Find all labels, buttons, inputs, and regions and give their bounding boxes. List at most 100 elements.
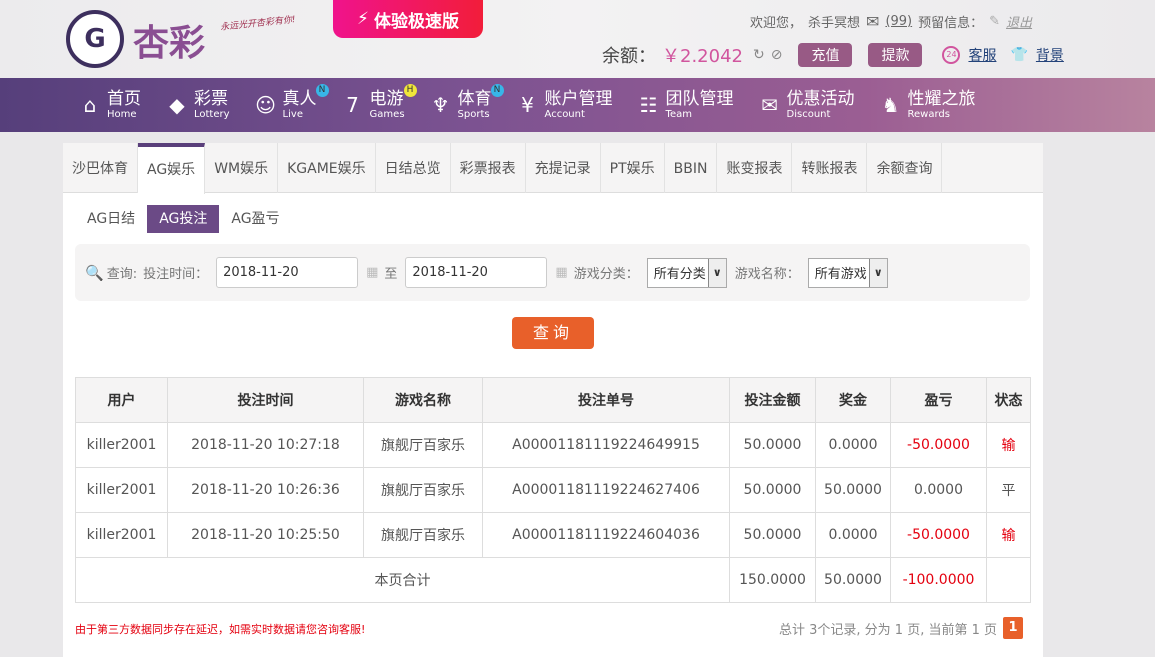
- discount-icon: ✉: [761, 93, 778, 117]
- promo-label: 体验极速版: [373, 11, 459, 32]
- nav-label-en: Live: [282, 109, 303, 120]
- tab-7[interactable]: PT娱乐: [601, 143, 665, 193]
- header: G 杏彩 永远光开杏彩有你! ⚡ 体验极速版 欢迎您， 杀手冥想 ✉ (99) 预…: [0, 0, 1155, 78]
- shirt-icon: 👕: [1010, 47, 1028, 63]
- nav-item-lottery[interactable]: ◆ 彩票 Lottery: [165, 78, 229, 132]
- messages-link[interactable]: (99): [885, 14, 912, 29]
- column-header: 盈亏: [890, 377, 987, 423]
- tab-11[interactable]: 余额查询: [867, 143, 943, 193]
- nav-item-sports[interactable]: ♆ 体育 Sports N: [429, 78, 504, 132]
- logo-text[interactable]: 杏彩: [133, 14, 205, 66]
- table-cell: 平: [986, 467, 1031, 513]
- service-link[interactable]: 客服: [968, 45, 996, 65]
- nav-badge: H: [403, 84, 417, 97]
- chevron-down-icon: ∨: [707, 258, 726, 287]
- nav-label-en: Sports: [457, 109, 490, 120]
- category-value: 所有分类: [653, 267, 706, 282]
- tab-9[interactable]: 账变报表: [717, 143, 793, 193]
- nav-label-en: Discount: [786, 109, 831, 120]
- nav-label: 性耀之旅 Rewards: [908, 90, 976, 121]
- category-select[interactable]: 所有分类 ∨: [646, 257, 727, 288]
- deposit-button[interactable]: 充值: [798, 43, 853, 67]
- welcome-bar: 欢迎您， 杀手冥想 ✉ (99) 预留信息： ✎ 退出: [750, 12, 1032, 31]
- pagination: 总计 3个记录, 分为 1 页, 当前第 1 页 1: [779, 617, 1024, 639]
- live-icon: ☺: [255, 93, 276, 117]
- date-to-input[interactable]: 2018-11-20: [405, 257, 548, 288]
- username: 杀手冥想: [808, 16, 861, 31]
- table-cell: 输: [986, 512, 1031, 558]
- bet-table: 用户 投注时间 游戏名称 投注单号 投注金额 奖金 盈亏 状态 killer2001 2018-…: [75, 377, 1031, 603]
- balance-row: 余额： ￥2.2042 ↻ ⊘ 充值 提款 24 客服 👕 背景: [602, 42, 1064, 68]
- tab-4[interactable]: 日结总览: [376, 143, 451, 193]
- hide-icon[interactable]: ⊘: [771, 47, 783, 63]
- withdraw-button[interactable]: 提款: [868, 43, 923, 67]
- subtab-1[interactable]: AG投注: [147, 205, 220, 233]
- page-button[interactable]: 1: [1003, 617, 1024, 639]
- logout-link[interactable]: 退出: [1006, 12, 1032, 31]
- tab-5[interactable]: 彩票报表: [451, 143, 526, 193]
- table-cell: 输: [986, 422, 1031, 468]
- nav-item-account[interactable]: ¥ 账户管理 Account: [516, 78, 613, 132]
- nav-label: 首页 Home: [107, 89, 141, 121]
- table-row: killer2001 2018-11-20 10:25:50 旗舰厅百家乐 A0000…: [75, 512, 1031, 558]
- sports-icon: ♆: [431, 93, 450, 117]
- table-cell: 2018-11-20 10:25:50: [167, 512, 364, 558]
- nav-label-cn: 真人: [282, 89, 317, 109]
- nav-label: 账户管理 Account: [544, 90, 613, 121]
- column-header: 奖金: [815, 377, 891, 423]
- refresh-icon[interactable]: ↻: [753, 47, 765, 63]
- search-icon: 🔍: [85, 263, 104, 282]
- table-header: 用户 投注时间 游戏名称 投注单号 投注金额 奖金 盈亏 状态: [75, 377, 1031, 423]
- nav-label-cn: 首页: [107, 89, 141, 109]
- table-cell: 旗舰厅百家乐: [363, 467, 483, 513]
- background-link[interactable]: 背景: [1036, 45, 1064, 65]
- nav-item-discount[interactable]: ✉ 优惠活动 Discount: [758, 78, 854, 132]
- edit-icon[interactable]: ✎: [989, 14, 1000, 29]
- game-select[interactable]: 所有游戏 ∨: [807, 257, 888, 288]
- subtab-2[interactable]: AG盈亏: [219, 205, 291, 233]
- mail-icon[interactable]: ✉: [866, 12, 879, 31]
- column-header: 投注时间: [167, 377, 364, 423]
- table-cell: -50.0000: [890, 512, 987, 558]
- table-cell: 0.0000: [890, 467, 987, 513]
- total-cell: 150.0000: [729, 557, 816, 603]
- tab-1[interactable]: AG娱乐: [138, 143, 206, 194]
- column-header: 用户: [75, 377, 168, 423]
- nav-item-team[interactable]: ☷ 团队管理 Team: [637, 78, 734, 132]
- nav-label: 体育 Sports: [457, 90, 492, 121]
- rewards-icon: ♞: [881, 93, 900, 117]
- table-cell: 50.0000: [729, 467, 816, 513]
- delay-notice: 由于第三方数据同步存在延迟，如需实时数据请您咨询客服!: [75, 623, 366, 636]
- table-cell: A00001181119224627406: [482, 467, 730, 513]
- table-cell: 0.0000: [815, 512, 891, 558]
- tab-2[interactable]: WM娱乐: [205, 143, 279, 193]
- calendar-icon[interactable]: ▦: [555, 265, 567, 280]
- total-row: 本页合计 150.0000 50.0000 -100.0000: [75, 557, 1031, 603]
- date-from-input[interactable]: 2018-11-20: [216, 257, 359, 288]
- nav-label: 电游 Games: [369, 89, 405, 121]
- nav-item-live[interactable]: ☺ 真人 Live N: [254, 78, 329, 132]
- slogan: 永远光开杏彩有你!: [219, 15, 297, 33]
- nav-label-en: Account: [544, 109, 585, 120]
- nav-label: 真人 Live: [282, 89, 317, 121]
- tab-0[interactable]: 沙巴体育: [63, 143, 138, 193]
- table-cell: 旗舰厅百家乐: [363, 512, 483, 558]
- table-cell: 2018-11-20 10:27:18: [167, 422, 364, 468]
- nav-label-cn: 电游: [369, 89, 404, 109]
- tab-10[interactable]: 转账报表: [792, 143, 868, 193]
- tab-3[interactable]: KGAME娱乐: [278, 143, 376, 193]
- promo-button[interactable]: ⚡ 体验极速版: [333, 0, 483, 38]
- search-button[interactable]: 查询: [512, 317, 594, 349]
- tab-6[interactable]: 充提记录: [526, 143, 601, 193]
- table-cell: A00001181119224649915: [482, 422, 730, 468]
- nav-label-en: Home: [107, 109, 137, 120]
- nav-item-home[interactable]: ⌂ 首页 Home: [78, 78, 141, 132]
- tab-8[interactable]: BBIN: [665, 143, 718, 193]
- lottery-icon: ◆: [169, 93, 185, 117]
- nav-item-rewards[interactable]: ♞ 性耀之旅 Rewards: [879, 78, 976, 132]
- calendar-icon[interactable]: ▦: [366, 265, 378, 280]
- table-cell: A00001181119224604036: [482, 512, 730, 558]
- nav-item-games[interactable]: 7 电游 Games H: [341, 78, 417, 132]
- subtab-0[interactable]: AG日结: [75, 205, 147, 233]
- total-label: 本页合计: [75, 557, 730, 603]
